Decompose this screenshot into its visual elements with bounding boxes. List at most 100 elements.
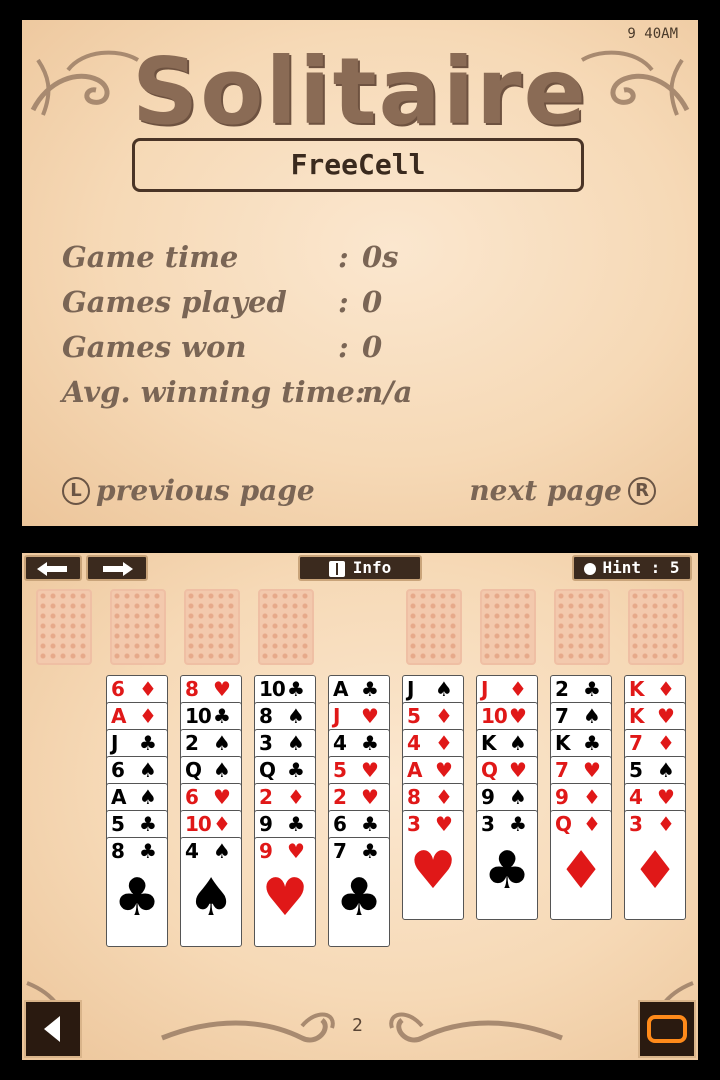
card-suit-icon: ♦: [435, 704, 453, 728]
card-rank: 3: [481, 812, 495, 836]
foundation-pile[interactable]: [628, 589, 684, 665]
playing-card[interactable]: 9 ♥ ♥: [254, 837, 316, 947]
card-rank: 4: [185, 839, 199, 863]
card-rank: 4: [333, 731, 347, 755]
card-rank: 5: [111, 812, 125, 836]
free-cell[interactable]: [110, 589, 166, 665]
stat-value: 0: [362, 330, 383, 364]
card-rank: 5: [629, 758, 643, 782]
card-rank: 7: [629, 731, 643, 755]
card-rank: 4: [629, 785, 643, 809]
playing-card[interactable]: 4 ♠ ♠: [180, 837, 242, 947]
stat-label: Games played: [62, 285, 287, 319]
card-suit-icon: ♠: [509, 785, 527, 809]
info-button[interactable]: Info: [298, 555, 422, 581]
card-rank: 10: [481, 704, 508, 728]
playing-card[interactable]: 8 ♣ ♣: [106, 837, 168, 947]
foundation-pile[interactable]: [406, 589, 462, 665]
card-suit-icon: ♥: [435, 758, 453, 782]
card-rank: J: [481, 677, 489, 701]
playing-card[interactable]: 3 ♦ ♦: [624, 810, 686, 920]
card-suit-icon: ♥: [361, 758, 379, 782]
card-large-suit-icon: ♦: [631, 841, 679, 901]
card-suit-icon: ♣: [139, 812, 157, 836]
foundation-pile[interactable]: [554, 589, 610, 665]
card-large-suit-icon: ♥: [261, 868, 309, 928]
menu-button[interactable]: [638, 1000, 696, 1058]
playing-card[interactable]: 7 ♣ ♣: [328, 837, 390, 947]
free-cell[interactable]: [184, 589, 240, 665]
previous-page-label: previous page: [96, 474, 315, 507]
card-suit-icon: ♦: [657, 731, 675, 755]
card-suit-icon: ♣: [361, 677, 379, 701]
card-rank: 7: [555, 704, 569, 728]
card-rank: 7: [555, 758, 569, 782]
card-large-suit-icon: ♣: [335, 868, 383, 928]
free-cell[interactable]: [258, 589, 314, 665]
arrow-right-icon: [103, 561, 133, 576]
playing-card[interactable]: Q ♦ ♦: [550, 810, 612, 920]
stat-colon: :: [338, 240, 349, 274]
card-suit-icon: ♣: [361, 731, 379, 755]
foundation-pile[interactable]: [480, 589, 536, 665]
redo-button[interactable]: [86, 555, 148, 581]
card-suit-icon: ♠: [139, 758, 157, 782]
back-button[interactable]: [24, 1000, 82, 1058]
stat-label: Avg. winning time:: [62, 375, 366, 409]
card-rank: 6: [111, 758, 125, 782]
card-rank: 5: [407, 704, 421, 728]
card-suit-icon: ♥: [213, 677, 231, 701]
card-suit-icon: ♣: [361, 812, 379, 836]
playing-card[interactable]: 3 ♣ ♣: [476, 810, 538, 920]
card-rank: A: [407, 758, 423, 782]
card-suit-icon: ♠: [139, 785, 157, 809]
card-large-suit-icon: ♠: [187, 868, 235, 928]
card-rank: Q: [185, 758, 202, 782]
l-button-icon: L: [62, 476, 90, 505]
card-suit-icon: ♥: [657, 704, 675, 728]
card-rank: A: [111, 785, 127, 809]
card-rank: 6: [185, 785, 199, 809]
card-suit-icon: ♥: [657, 785, 675, 809]
card-rank: Q: [259, 758, 276, 782]
stats-screen: 9 40AM Solitaire FreeCell Game time : 0s…: [22, 20, 698, 526]
card-rank: 9: [481, 785, 495, 809]
triangle-left-icon: [44, 1016, 60, 1042]
next-page-label: next page: [469, 474, 622, 507]
undo-button[interactable]: [24, 555, 82, 581]
stat-value: n/a: [362, 375, 413, 409]
lightbulb-icon: [584, 562, 597, 575]
stat-colon: :: [338, 330, 349, 364]
card-suit-icon: ♣: [139, 731, 157, 755]
r-button-icon: R: [628, 476, 656, 505]
card-rank: 9: [555, 785, 569, 809]
card-rank: 8: [259, 704, 273, 728]
free-cell[interactable]: [36, 589, 92, 665]
card-suit-icon: ♣: [287, 812, 305, 836]
card-rank: J: [407, 677, 415, 701]
card-suit-icon: ♥: [213, 785, 231, 809]
card-rank: J: [333, 704, 341, 728]
card-rank: 2: [333, 785, 347, 809]
card-rank: 9: [259, 812, 273, 836]
card-suit-icon: ♣: [287, 758, 305, 782]
previous-page-button[interactable]: L previous page: [62, 474, 315, 507]
game-title: Solitaire: [132, 38, 588, 145]
card-large-suit-icon: ♣: [483, 841, 531, 901]
stat-value: 0: [362, 285, 383, 319]
hint-button[interactable]: Hint : 5: [572, 555, 692, 581]
card-suit-icon: ♠: [583, 704, 601, 728]
card-suit-icon: ♠: [287, 731, 305, 755]
playing-card[interactable]: 3 ♥ ♥: [402, 810, 464, 920]
next-page-button[interactable]: next page R: [469, 474, 656, 507]
arrow-left-icon: [37, 561, 67, 576]
card-suit-icon: ♦: [583, 785, 601, 809]
card-rank: 8: [111, 839, 125, 863]
card-suit-icon: ♥: [583, 758, 601, 782]
card-suit-icon: ♠: [213, 839, 231, 863]
card-rank: 2: [185, 731, 199, 755]
game-board: Info Hint : 5 6 ♦ A ♦ J ♣ 6 ♠ A ♠ 5 ♣ 8 ♣ ♣ 8 ♥ 10 ♣ 2 ♠ Q ♠ 6 ♥…: [22, 553, 698, 1060]
card-rank: 9: [259, 839, 273, 863]
card-suit-icon: ♠: [213, 731, 231, 755]
card-rank: 10: [259, 677, 286, 701]
